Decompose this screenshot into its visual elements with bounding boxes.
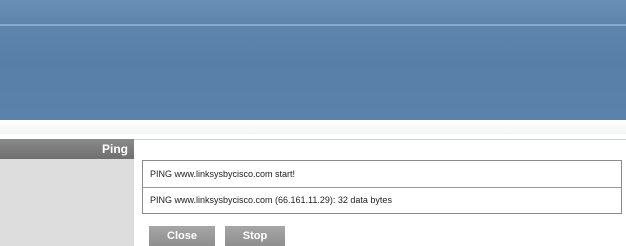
content-top-border xyxy=(134,139,626,140)
ping-output-separator xyxy=(143,187,621,188)
header-banner xyxy=(0,0,626,120)
header-shadow xyxy=(0,120,626,134)
ping-output-box: PING www.linksysbycisco.com start! PING … xyxy=(142,160,622,214)
close-button[interactable]: Close xyxy=(149,226,215,246)
sidebar-section-ping: Ping xyxy=(0,139,134,159)
ping-output-line: PING www.linksysbycisco.com (66.161.11.2… xyxy=(150,195,392,205)
stop-button[interactable]: Stop xyxy=(225,226,285,246)
ping-output-line: PING www.linksysbycisco.com start! xyxy=(150,169,296,179)
banner-divider-line xyxy=(0,24,626,26)
